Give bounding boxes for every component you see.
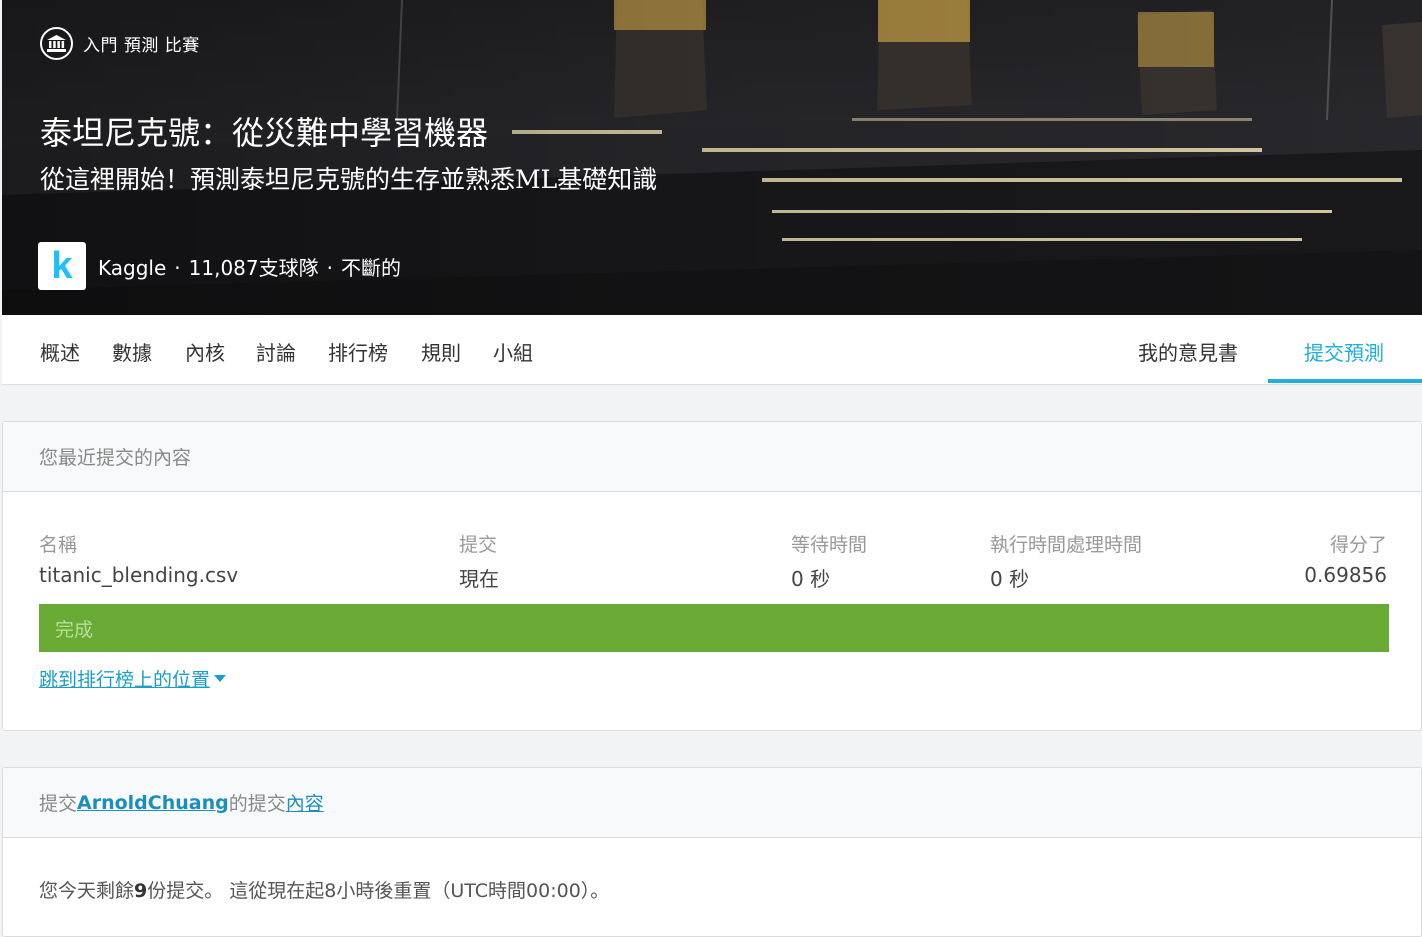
competition-header: 入門 預測 比賽 泰坦尼克號：從災難中學習機器 從這裡開始！預測泰坦尼克號的生存… (2, 0, 1422, 315)
wait-time-label: 等待時間 (791, 534, 868, 556)
execution-time-column: 執行時間處理時間 0 秒 (990, 530, 1142, 592)
tab-discussion[interactable]: 討論 (256, 337, 296, 366)
heading-mid: 的提交 (228, 793, 286, 815)
score-label: 得分了 (1329, 534, 1387, 556)
submissions-content-link[interactable]: 內容 (286, 789, 324, 816)
recent-submission-card: 您最近提交的內容 名稱 titanic_blending.csv 提交 現在 等… (2, 421, 1422, 731)
submission-status-bar: 完成 (39, 604, 1389, 652)
tab-rules[interactable]: 規則 (421, 337, 461, 366)
jump-to-leaderboard-link[interactable]: 跳到排行榜上的位置 (39, 665, 227, 692)
tier-label: 入門 預測 比賽 (83, 36, 200, 56)
tab-data[interactable]: 數據 (112, 337, 152, 366)
active-tab-indicator (1268, 379, 1422, 383)
tab-overview[interactable]: 概述 (40, 337, 80, 366)
execution-time-value: 0 秒 (990, 567, 1030, 591)
remaining-submissions-text: 您今天剩餘9份提交。 這從現在起8小時後重置（UTC時間00:00）。 (39, 880, 610, 902)
tab-submit-predictions[interactable]: 提交預測 (1304, 337, 1384, 366)
separator: · (174, 255, 181, 280)
caret-down-icon (214, 675, 227, 682)
submitted-column: 提交 現在 (459, 530, 499, 592)
host-name[interactable]: Kaggle (98, 256, 166, 280)
name-label: 名稱 (39, 534, 78, 556)
tab-my-submissions[interactable]: 我的意見書 (1138, 337, 1238, 366)
submission-filename: titanic_blending.csv (39, 563, 239, 587)
kaggle-logo-icon[interactable]: k (38, 242, 86, 290)
score-column: 得分了 0.69856 (1304, 530, 1387, 587)
submitted-value: 現在 (459, 567, 499, 591)
submission-name-column: 名稱 titanic_blending.csv (39, 530, 238, 587)
user-profile-link[interactable]: ArnoldChuang (77, 792, 229, 814)
tab-team[interactable]: 小組 (493, 337, 533, 366)
competition-status: 不斷的 (340, 255, 401, 280)
host-info: k Kaggle · 11,087支球隊 · 不斷的 (38, 242, 401, 290)
wait-time-value: 0 秒 (791, 567, 831, 591)
submitted-label: 提交 (459, 534, 498, 556)
competition-title: 泰坦尼克號：從災難中學習機器 (40, 114, 489, 152)
team-count: 11,087支球隊 (188, 255, 319, 280)
execution-time-label: 執行時間處理時間 (990, 534, 1143, 556)
submit-panel-heading: 提交 ArnoldChuang 的提交 內容 (3, 768, 1421, 838)
status-text: 完成 (55, 618, 94, 641)
competition-tabs: 概述 數據 內核 討論 排行榜 規則 小組 我的意見書 提交預測 (2, 315, 1422, 385)
competition-tier: 入門 預測 比賽 (40, 27, 200, 60)
tab-leaderboard[interactable]: 排行榜 (328, 337, 388, 366)
submit-panel: 提交 ArnoldChuang 的提交 內容 您今天剩餘9份提交。 這從現在起8小時後… (2, 767, 1422, 937)
competition-subtitle: 從這裡開始！預測泰坦尼克號的生存並熟悉ML基礎知識 (40, 165, 658, 194)
recent-submission-heading: 您最近提交的內容 (3, 422, 1421, 492)
wait-time-column: 等待時間 0 秒 (791, 530, 867, 592)
jump-link-label[interactable]: 跳到排行榜上的位置 (39, 665, 210, 692)
score-value: 0.69856 (1304, 563, 1387, 587)
tab-kernels[interactable]: 內核 (185, 337, 225, 366)
separator: · (326, 255, 333, 280)
remaining-count: 9 (134, 880, 148, 902)
heading-prefix: 提交 (39, 793, 78, 815)
institution-icon (40, 27, 73, 60)
